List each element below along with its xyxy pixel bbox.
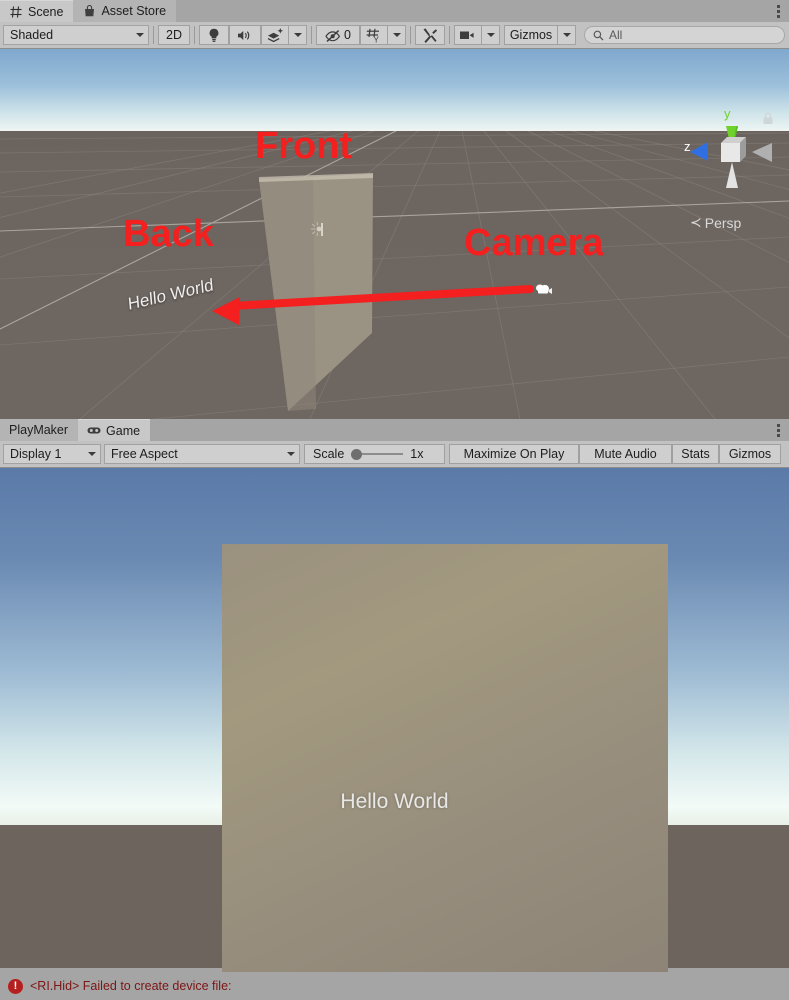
draw-mode-label: Shaded	[10, 28, 54, 42]
toolbar-separator	[153, 26, 154, 44]
game-gizmos-label: Gizmos	[728, 447, 772, 461]
scene-camera-icon[interactable]	[454, 25, 482, 45]
mute-audio-label: Mute Audio	[594, 447, 657, 461]
game-rendered-text: Hello World	[340, 790, 449, 813]
scene-camera-dropdown-button[interactable]	[482, 25, 500, 45]
scene-projection-label[interactable]: ≺ Persp	[690, 214, 741, 231]
chevron-down-icon	[88, 452, 96, 456]
gizmos-dropdown-button[interactable]	[558, 25, 576, 45]
hidden-objects-button[interactable]: 0	[316, 25, 360, 45]
tab-asset-store-label: Asset Store	[101, 4, 167, 18]
grid-snap-icon[interactable]: Y	[360, 25, 388, 45]
scale-label: Scale	[313, 447, 345, 461]
toolbar-separator	[410, 26, 411, 44]
gizmo-axis-y-label: y	[724, 106, 731, 121]
search-icon	[593, 30, 604, 41]
search-placeholder-text: All	[609, 28, 623, 42]
effects-icon[interactable]	[261, 25, 289, 45]
gamepad-icon	[87, 424, 101, 438]
scene-tab-bar: Scene Asset Store	[0, 0, 789, 22]
chevron-down-icon	[486, 33, 495, 37]
toggle-2d-label: 2D	[166, 28, 182, 42]
tab-scene-label: Scene	[28, 4, 64, 19]
tab-playmaker-label: PlayMaker	[9, 423, 69, 437]
lightbulb-icon[interactable]	[199, 25, 229, 45]
game-plane-object	[222, 544, 668, 973]
tab-playmaker[interactable]: PlayMaker	[0, 419, 79, 441]
aspect-dropdown[interactable]: Free Aspect	[104, 444, 300, 464]
display-label: Display 1	[10, 447, 62, 461]
projection-mode-text: Persp	[704, 214, 742, 231]
lock-icon[interactable]	[762, 112, 774, 125]
maximize-on-play-button[interactable]: Maximize On Play	[449, 444, 579, 464]
stats-button[interactable]: Stats	[672, 444, 719, 464]
tab-game-label: Game	[106, 423, 141, 438]
bag-icon	[82, 4, 96, 18]
scale-slider[interactable]: Scale 1x	[304, 444, 445, 464]
chevron-down-icon	[136, 33, 144, 37]
scene-toolbar: Shaded 2D 0 Y Gizmos All	[0, 22, 789, 49]
grid-dropdown-button[interactable]	[388, 25, 406, 45]
speaker-icon[interactable]	[229, 25, 261, 45]
draw-mode-dropdown[interactable]: Shaded	[3, 25, 149, 45]
stats-label: Stats	[681, 447, 710, 461]
game-tab-bar: PlayMaker Game	[0, 419, 789, 441]
tab-bar-filler	[176, 0, 767, 22]
status-bar[interactable]: ! <RI.Hid> Failed to create device file:	[0, 972, 789, 1000]
chevron-down-icon	[392, 33, 401, 37]
display-dropdown[interactable]: Display 1	[3, 444, 101, 464]
toolbar-separator	[194, 26, 195, 44]
gizmos-button[interactable]: Gizmos	[504, 25, 558, 45]
annotation-label-front: Front	[255, 125, 353, 167]
tools-icon[interactable]	[415, 25, 445, 45]
gizmos-label: Gizmos	[509, 28, 553, 42]
scene-viewport[interactable]: Hello World Front Back Camera y z ≺ Pers…	[0, 49, 789, 419]
hidden-objects-count: 0	[344, 28, 351, 42]
scene-orientation-gizmo[interactable]: y z	[680, 104, 780, 194]
chevron-down-icon	[287, 452, 295, 456]
toolbar-separator	[311, 26, 312, 44]
kebab-menu-icon[interactable]	[767, 419, 789, 441]
annotation-label-back: Back	[123, 213, 214, 255]
annotation-label-camera: Camera	[464, 222, 604, 264]
maximize-on-play-label: Maximize On Play	[463, 447, 565, 461]
tab-game[interactable]: Game	[78, 419, 151, 441]
annotation-arrow	[212, 285, 534, 325]
tab-scene[interactable]: Scene	[0, 0, 74, 22]
error-icon-glyph: !	[13, 979, 18, 992]
kebab-menu-icon[interactable]	[767, 0, 789, 22]
chevron-left-icon: ≺	[690, 214, 702, 230]
status-message: <RI.Hid> Failed to create device file:	[30, 979, 232, 993]
error-icon: !	[8, 978, 23, 994]
scene-search-input[interactable]: All	[584, 26, 785, 44]
eye-off-icon	[325, 29, 341, 42]
toggle-2d-button[interactable]: 2D	[158, 25, 190, 45]
mute-audio-button[interactable]: Mute Audio	[579, 444, 672, 464]
game-toolbar: Display 1 Free Aspect Scale 1x Maximize …	[0, 441, 789, 468]
aspect-label: Free Aspect	[111, 447, 178, 461]
grid-icon	[9, 5, 23, 19]
effects-dropdown-button[interactable]	[289, 25, 307, 45]
tab-bar-filler	[150, 419, 767, 441]
toolbar-separator	[449, 26, 450, 44]
tab-asset-store[interactable]: Asset Store	[73, 0, 177, 22]
scale-value: 1x	[410, 447, 424, 461]
scale-slider-track[interactable]	[351, 448, 404, 460]
chevron-down-icon	[562, 33, 571, 37]
chevron-down-icon	[293, 33, 302, 37]
game-gizmos-button[interactable]: Gizmos	[719, 444, 781, 464]
gizmo-axis-z-label: z	[684, 139, 691, 154]
unity-editor-window: Scene Asset Store Shaded 2D 0 Y Gizmos A…	[0, 0, 789, 1000]
svg-text:Y: Y	[373, 35, 379, 42]
